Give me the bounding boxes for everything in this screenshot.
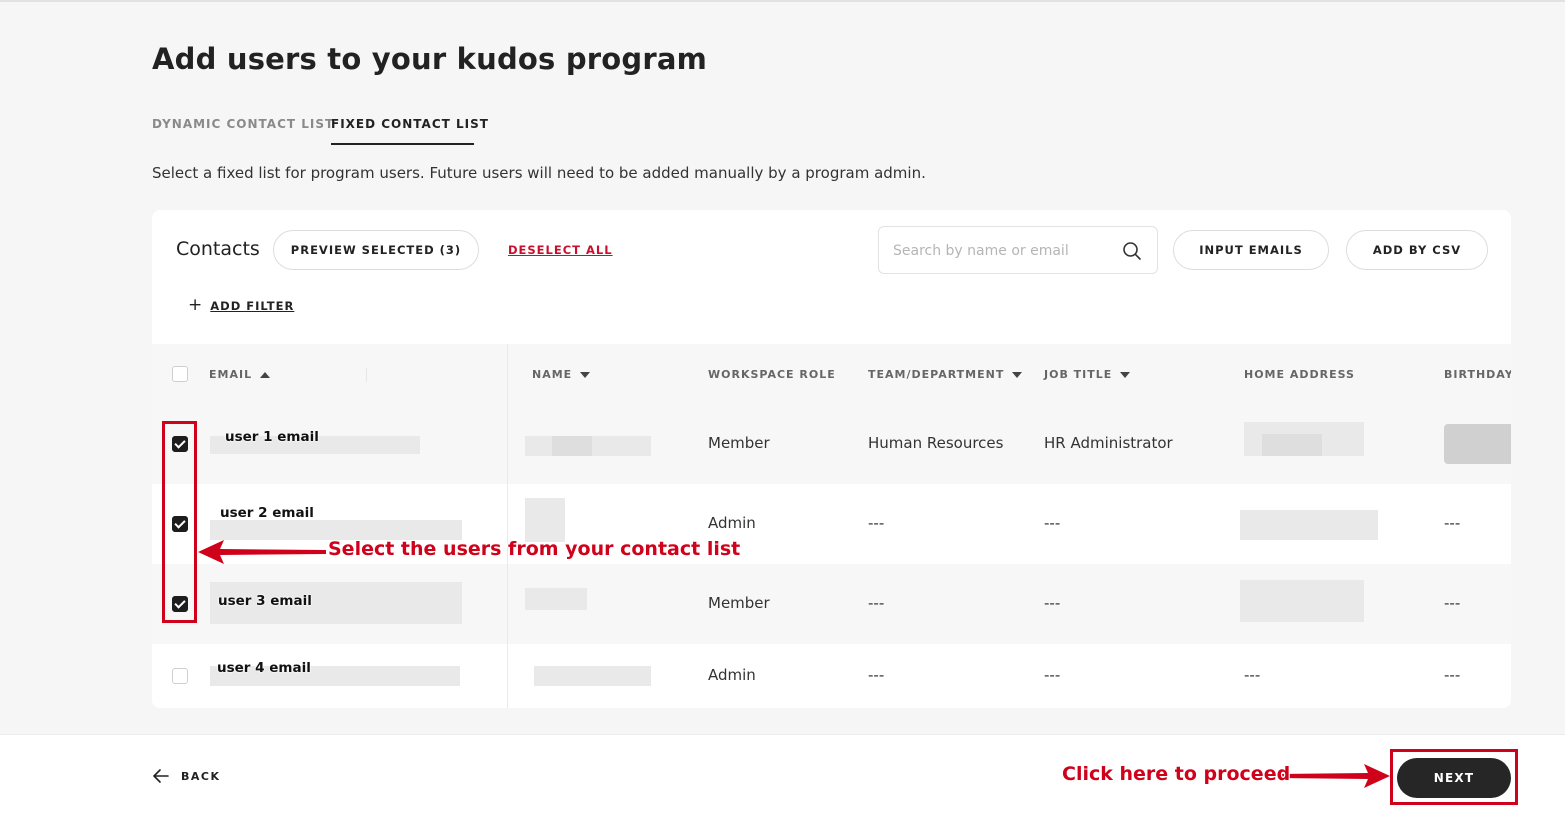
team-department: ---: [868, 666, 885, 684]
table-header: EMAIL NAME WORKSPACE ROLE TEAM/DEPARTMEN…: [152, 344, 1511, 404]
deselect-all-link[interactable]: DESELECT ALL: [508, 243, 613, 257]
column-header-workspace-role[interactable]: WORKSPACE ROLE: [708, 368, 836, 381]
search-icon[interactable]: [1122, 241, 1142, 261]
row-checkbox[interactable]: [172, 668, 188, 684]
search-input[interactable]: [893, 239, 1113, 263]
redacted-address: [1262, 434, 1322, 456]
birthday: ---: [1444, 514, 1461, 532]
page-title: Add users to your kudos program: [152, 42, 708, 76]
column-divider: [366, 368, 367, 382]
email-annotation-label: user 4 email: [217, 660, 311, 676]
back-label: BACK: [181, 769, 221, 783]
top-border: [0, 0, 1565, 2]
workspace-role: Admin: [708, 666, 756, 684]
add-by-csv-button[interactable]: ADD BY CSV: [1346, 230, 1488, 270]
contacts-card: Contacts PREVIEW SELECTED (3) DESELECT A…: [152, 210, 1511, 708]
job-title: ---: [1044, 666, 1061, 684]
redacted-name: [534, 666, 651, 686]
team-department: ---: [868, 514, 885, 532]
job-title: ---: [1044, 514, 1061, 532]
add-filter-button[interactable]: + ADD FILTER: [188, 297, 294, 314]
sort-descending-icon: [580, 371, 591, 378]
contacts-title: Contacts: [176, 238, 260, 260]
column-label: NAME: [532, 368, 573, 381]
column-label: WORKSPACE ROLE: [708, 368, 836, 381]
home-address: ---: [1244, 666, 1261, 684]
page-description: Select a fixed list for program users. F…: [152, 164, 926, 182]
search-box: [878, 226, 1158, 274]
select-users-annotation: Select the users from your contact list: [328, 538, 741, 560]
email-annotation-label: user 1 email: [225, 429, 319, 445]
proceed-annotation: Click here to proceed: [1062, 763, 1291, 785]
email-annotation-label: user 3 email: [218, 593, 312, 609]
redacted-address: [1240, 580, 1364, 622]
column-label: TEAM/DEPARTMENT: [868, 368, 1005, 381]
back-button[interactable]: BACK: [153, 769, 221, 783]
next-highlight-box: [1390, 749, 1518, 805]
column-header-name[interactable]: NAME: [532, 368, 591, 381]
sort-descending-icon: [1120, 371, 1131, 378]
redacted-name: [525, 498, 565, 542]
team-department: ---: [868, 594, 885, 612]
tab-dynamic-contact-list[interactable]: DYNAMIC CONTACT LIST: [152, 117, 334, 131]
birthday: ---: [1444, 666, 1461, 684]
workspace-role: Member: [708, 594, 770, 612]
column-label: BIRTHDAY: [1444, 368, 1511, 381]
preview-selected-button[interactable]: PREVIEW SELECTED (3): [273, 230, 479, 270]
column-divider: [507, 344, 508, 708]
column-label: EMAIL: [209, 368, 253, 381]
add-filter-label: ADD FILTER: [210, 298, 295, 313]
redacted-email: [210, 520, 462, 540]
redacted-address: [1240, 510, 1378, 540]
redacted-name: [525, 588, 587, 610]
column-header-team-department[interactable]: TEAM/DEPARTMENT: [868, 368, 1023, 381]
job-title: ---: [1044, 594, 1061, 612]
email-annotation-label: user 2 email: [220, 505, 314, 521]
plus-icon: +: [188, 295, 203, 315]
column-label: HOME ADDRESS: [1244, 368, 1355, 381]
column-label: JOB TITLE: [1044, 368, 1113, 381]
annotation-arrow-right-icon: [1278, 764, 1390, 788]
column-header-job-title[interactable]: JOB TITLE: [1044, 368, 1131, 381]
sort-ascending-icon: [260, 371, 271, 378]
redacted-birthday: [1444, 424, 1511, 464]
table-row[interactable]: user 4 email Admin --- --- --- ---: [152, 644, 1511, 708]
job-title: HR Administrator: [1044, 434, 1173, 452]
arrow-left-icon: [153, 769, 169, 783]
tab-fixed-contact-list[interactable]: FIXED CONTACT LIST: [331, 117, 489, 131]
workspace-role: Admin: [708, 514, 756, 532]
table-row[interactable]: user 3 email Member --- --- ---: [152, 564, 1511, 644]
column-header-birthday[interactable]: BIRTHDAY: [1444, 368, 1511, 381]
column-header-email[interactable]: EMAIL: [209, 368, 271, 381]
column-header-home-address[interactable]: HOME ADDRESS: [1244, 368, 1355, 381]
team-department: Human Resources: [868, 434, 1004, 452]
active-tab-indicator: [331, 143, 474, 145]
select-all-checkbox[interactable]: [172, 366, 188, 382]
sort-descending-icon: [1012, 371, 1023, 378]
workspace-role: Member: [708, 434, 770, 452]
annotation-arrow-left-icon: [198, 540, 326, 564]
birthday: ---: [1444, 594, 1461, 612]
checkbox-highlight-box: [162, 421, 197, 623]
redacted-name: [552, 436, 592, 456]
input-emails-button[interactable]: INPUT EMAILS: [1173, 230, 1329, 270]
table-row[interactable]: user 1 email Member Human Resources HR A…: [152, 404, 1511, 484]
